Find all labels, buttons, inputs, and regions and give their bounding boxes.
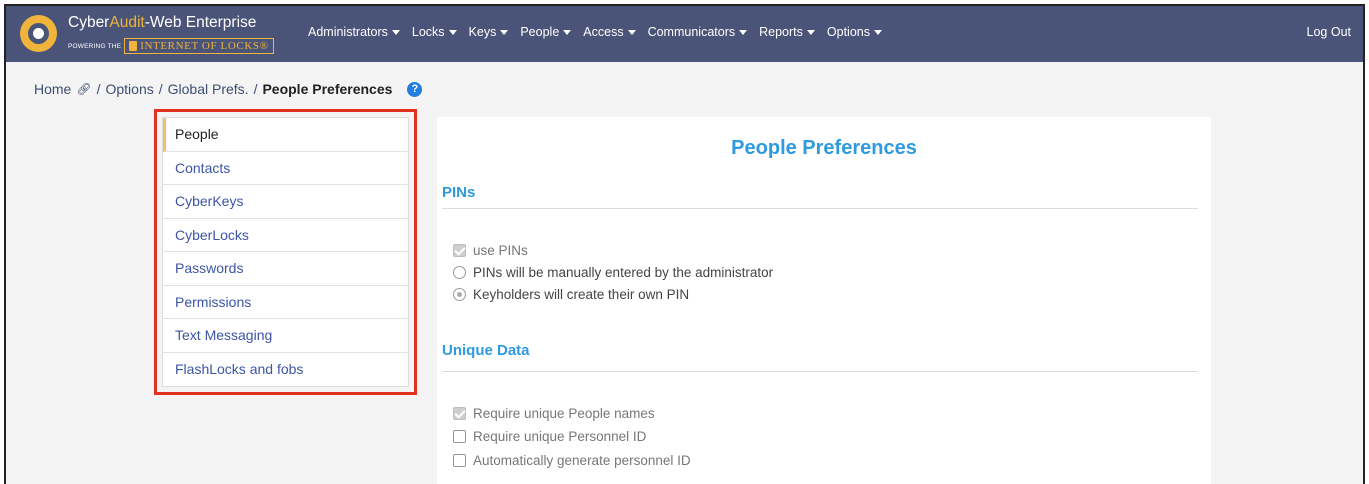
side-menu-item-permissions[interactable]: Permissions	[163, 286, 408, 319]
nav-label: Administrators	[308, 25, 388, 39]
brand-part-2: Audit	[109, 14, 145, 31]
nav-label: Keys	[468, 25, 497, 39]
caret-down-icon	[627, 29, 636, 35]
unique-personnel-id-checkbox[interactable]	[453, 430, 466, 443]
section-divider	[442, 208, 1198, 209]
caret-down-icon	[391, 29, 400, 35]
option-use-pins: use PINs	[453, 243, 528, 258]
brand-tagline: POWERING THE INTERNET OF LOCKS®	[68, 38, 274, 54]
caret-down-icon	[873, 29, 882, 35]
nav-keys[interactable]: Keys	[469, 25, 509, 39]
breadcrumb-separator: /	[158, 81, 163, 97]
cyberlock-logo-icon[interactable]	[20, 15, 57, 52]
nav-reports[interactable]: Reports	[759, 25, 815, 39]
nav-label: Options	[826, 25, 870, 39]
breadcrumb-separator: /	[253, 81, 258, 97]
section-title-unique-data: Unique Data	[442, 342, 530, 359]
app-brand-name[interactable]: CyberAudit-Web Enterprise	[68, 14, 256, 32]
side-menu-item-cyberlocks[interactable]: CyberLocks	[163, 219, 408, 252]
breadcrumb-separator: /	[96, 81, 101, 97]
preferences-side-menu: People Contacts CyberKeys CyberLocks Pas…	[154, 109, 417, 395]
nav-locks[interactable]: Locks	[412, 25, 457, 39]
caret-down-icon	[563, 29, 572, 35]
side-menu-item-contacts[interactable]: Contacts	[163, 152, 408, 185]
tagline-box: INTERNET OF LOCKS®	[124, 38, 274, 54]
brand-part-3: -Web Enterprise	[144, 14, 257, 31]
preferences-panel: People Preferences PINs use PINs PINs wi…	[437, 117, 1211, 484]
side-menu-item-text-messaging[interactable]: Text Messaging	[163, 319, 408, 353]
nav-label: Access	[583, 25, 624, 39]
nav-label: Reports	[759, 25, 803, 39]
main-nav-menu: Administrators Locks Keys People Access …	[308, 25, 894, 39]
pins-manual-radio[interactable]	[453, 266, 466, 279]
unique-personnel-id-label: Require unique Personnel ID	[473, 429, 647, 444]
pins-own-label: Keyholders will create their own PIN	[473, 287, 690, 302]
unique-names-label: Require unique People names	[473, 406, 655, 421]
nav-people[interactable]: People	[520, 25, 572, 39]
logout-link[interactable]: Log Out	[1307, 25, 1351, 39]
pins-own-radio[interactable]	[453, 288, 466, 301]
breadcrumb-options[interactable]: Options	[105, 81, 153, 97]
section-divider	[442, 371, 1198, 372]
brand-part-1: Cyber	[68, 14, 110, 31]
unique-names-checkbox[interactable]	[453, 407, 466, 420]
option-pins-own: Keyholders will create their own PIN	[453, 287, 689, 302]
caret-down-icon	[806, 29, 815, 35]
panel-title: People Preferences	[731, 137, 917, 159]
breadcrumb-global-prefs[interactable]: Global Prefs.	[168, 81, 249, 97]
breadcrumb-current: People Preferences	[262, 81, 393, 97]
use-pins-label: use PINs	[473, 243, 528, 258]
side-menu-item-passwords[interactable]: Passwords	[163, 252, 408, 286]
nav-administrators[interactable]: Administrators	[308, 25, 400, 39]
auto-personnel-id-label: Automatically generate personnel ID	[473, 453, 691, 468]
section-title-pins: PINs	[442, 184, 476, 201]
option-unique-names: Require unique People names	[453, 406, 655, 421]
side-menu-item-people[interactable]: People	[163, 118, 408, 152]
link-icon: 🔗︎	[76, 82, 92, 96]
use-pins-checkbox[interactable]	[453, 244, 466, 257]
help-icon[interactable]: ?	[407, 81, 423, 97]
side-menu-item-flashlocks[interactable]: FlashLocks and fobs	[163, 353, 408, 387]
tagline-small: POWERING THE	[68, 42, 122, 50]
top-navbar: CyberAudit-Web Enterprise POWERING THE I…	[6, 6, 1363, 62]
caret-down-icon	[739, 29, 748, 35]
side-menu-list: People Contacts CyberKeys CyberLocks Pas…	[162, 117, 409, 387]
auto-personnel-id-checkbox[interactable]	[453, 454, 466, 467]
caret-down-icon	[500, 29, 509, 35]
lock-icon	[129, 41, 138, 51]
pins-manual-label: PINs will be manually entered by the adm…	[473, 265, 774, 280]
nav-access[interactable]: Access	[583, 25, 636, 39]
option-unique-personnel-id: Require unique Personnel ID	[453, 429, 646, 444]
tagline-big: INTERNET OF LOCKS®	[140, 40, 269, 52]
nav-label: People	[520, 25, 560, 39]
nav-communicators[interactable]: Communicators	[648, 25, 748, 39]
nav-options[interactable]: Options	[827, 25, 882, 39]
nav-label: Communicators	[647, 25, 736, 39]
breadcrumb: Home 🔗︎ / Options / Global Prefs. / Peop…	[34, 81, 423, 97]
option-pins-manual: PINs will be manually entered by the adm…	[453, 265, 773, 280]
app-window: CyberAudit-Web Enterprise POWERING THE I…	[4, 4, 1365, 484]
side-menu-item-cyberkeys[interactable]: CyberKeys	[163, 185, 408, 219]
caret-down-icon	[448, 29, 457, 35]
nav-label: Locks	[411, 25, 445, 39]
breadcrumb-home[interactable]: Home	[34, 81, 71, 97]
option-auto-personnel-id: Automatically generate personnel ID	[453, 453, 691, 468]
